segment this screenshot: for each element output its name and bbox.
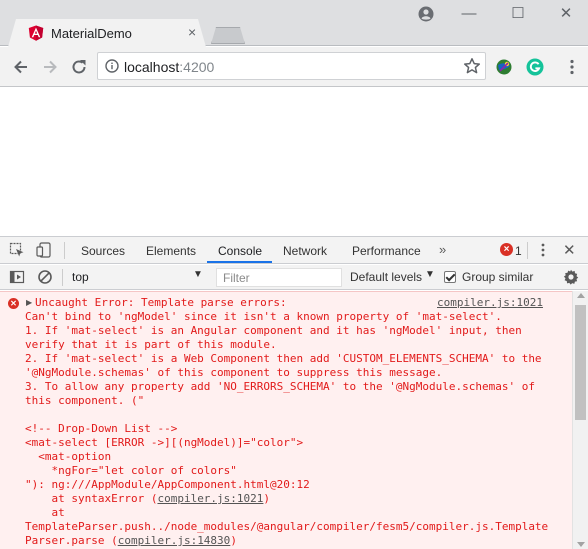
browser-menu-icon[interactable] [562, 57, 582, 77]
error-line: '@NgModule.schemas' of this component to… [25, 366, 443, 379]
error-line: verify that it is part of this module. [25, 338, 277, 351]
console-output[interactable]: ✕ ▶ compiler.js:1021 Uncaught Error: Tem… [0, 291, 572, 549]
error-count-icon[interactable]: × [500, 243, 513, 256]
tabbar-divider [64, 242, 65, 259]
grammarly-icon[interactable] [526, 58, 544, 76]
console-toolbar: top ▼ Default levels ▼ Group similar [0, 265, 588, 290]
scroll-down-icon[interactable] [577, 542, 585, 547]
url-host: localhost [124, 59, 180, 75]
context-dropdown-icon[interactable]: ▼ [193, 269, 203, 280]
error-line: 3. To allow any property add 'NO_ERRORS_… [25, 380, 535, 393]
scrollbar-thumb[interactable] [575, 305, 586, 420]
error-line: Uncaught Error: Template parse errors: [35, 296, 287, 309]
tabbar-divider-right [527, 242, 528, 259]
star-icon[interactable] [463, 57, 481, 75]
devtools-menu-icon[interactable] [536, 242, 550, 258]
error-line: at syntaxError ( [25, 492, 158, 505]
inspect-element-icon[interactable] [9, 242, 25, 258]
new-tab-button[interactable] [211, 27, 245, 44]
error-line: 1. If 'mat-select' is an Angular compone… [25, 324, 522, 337]
error-line: <mat-option [25, 450, 112, 463]
tab-strip: MaterialDemo × — ☐ ✕ [0, 0, 588, 46]
active-tab-indicator [207, 261, 272, 263]
devtools-panel: Sources Elements Console Network Perform… [0, 236, 588, 549]
angular-favicon-icon [28, 25, 44, 41]
user-icon[interactable] [418, 6, 434, 22]
error-line: *ngFor="let color of colors" [25, 464, 237, 477]
window-close-button[interactable]: ✕ [556, 4, 576, 24]
devtools-close-icon[interactable]: ✕ [563, 241, 576, 259]
error-line: "): ng:///AppModule/AppComponent.html@20… [25, 478, 310, 491]
error-line: <!-- Drop-Down List --> [25, 422, 178, 435]
browser-tab[interactable]: MaterialDemo × [8, 19, 206, 47]
address-bar[interactable]: localhost:4200 [97, 52, 486, 80]
url-port: :4200 [179, 59, 215, 75]
info-icon[interactable] [105, 59, 119, 73]
page-viewport[interactable] [0, 88, 588, 236]
error-line: this component. (" [25, 394, 145, 407]
close-paren: ) [230, 534, 237, 547]
window-maximize-button[interactable]: ☐ [508, 4, 528, 24]
browser-toolbar: localhost:4200 [0, 47, 588, 87]
console-sidebar-icon[interactable] [9, 269, 25, 285]
error-line: <mat-select [ERROR ->][(ngModel)]="color… [25, 436, 304, 449]
error-message: Uncaught Error: Template parse errors: C… [25, 296, 565, 548]
tab-elements[interactable]: Elements [146, 244, 196, 258]
device-toolbar-icon[interactable] [36, 242, 52, 258]
clear-console-icon[interactable] [37, 269, 53, 285]
error-icon: ✕ [8, 298, 19, 309]
tab-performance[interactable]: Performance [352, 244, 421, 258]
stack-link[interactable]: compiler.js:1021 [157, 492, 263, 505]
group-similar-checkbox[interactable] [444, 271, 456, 283]
window-minimize-button[interactable]: — [459, 4, 479, 24]
reload-icon[interactable] [69, 57, 89, 77]
error-line: Can't bind to 'ngModel' since it isn't a… [25, 310, 502, 323]
forward-icon[interactable] [40, 57, 60, 77]
more-tabs-icon[interactable]: » [439, 242, 446, 257]
levels-dropdown-icon[interactable]: ▼ [425, 269, 435, 280]
error-line: Parser.parse ( [25, 534, 118, 547]
tab-sources[interactable]: Sources [81, 244, 125, 258]
tab-title: MaterialDemo [51, 26, 132, 41]
context-select[interactable]: top [72, 270, 212, 284]
stack-link[interactable]: compiler.js:14830 [118, 534, 231, 547]
log-levels-select[interactable]: Default levels [350, 270, 422, 284]
extension-icon[interactable] [495, 58, 513, 76]
error-line: TemplateParser.push../node_modules/@angu… [25, 520, 549, 533]
console-filter-input[interactable] [216, 268, 342, 287]
url-text: localhost:4200 [124, 59, 214, 75]
tab-close-icon[interactable]: × [188, 25, 196, 39]
close-paren: ) [263, 492, 271, 505]
filterbar-divider [62, 269, 63, 286]
scroll-up-icon[interactable] [577, 293, 585, 298]
error-count[interactable]: 1 [515, 244, 522, 258]
error-line: 2. If 'mat-select' is a Web Component th… [25, 352, 542, 365]
error-line: at [25, 506, 65, 519]
group-similar-label: Group similar [462, 270, 534, 284]
console-settings-icon[interactable] [563, 269, 579, 285]
back-icon[interactable] [11, 57, 31, 77]
devtools-tabbar: Sources Elements Console Network Perform… [0, 237, 588, 264]
tab-console[interactable]: Console [218, 244, 262, 258]
tab-network[interactable]: Network [283, 244, 327, 258]
console-scrollbar[interactable] [572, 291, 588, 549]
